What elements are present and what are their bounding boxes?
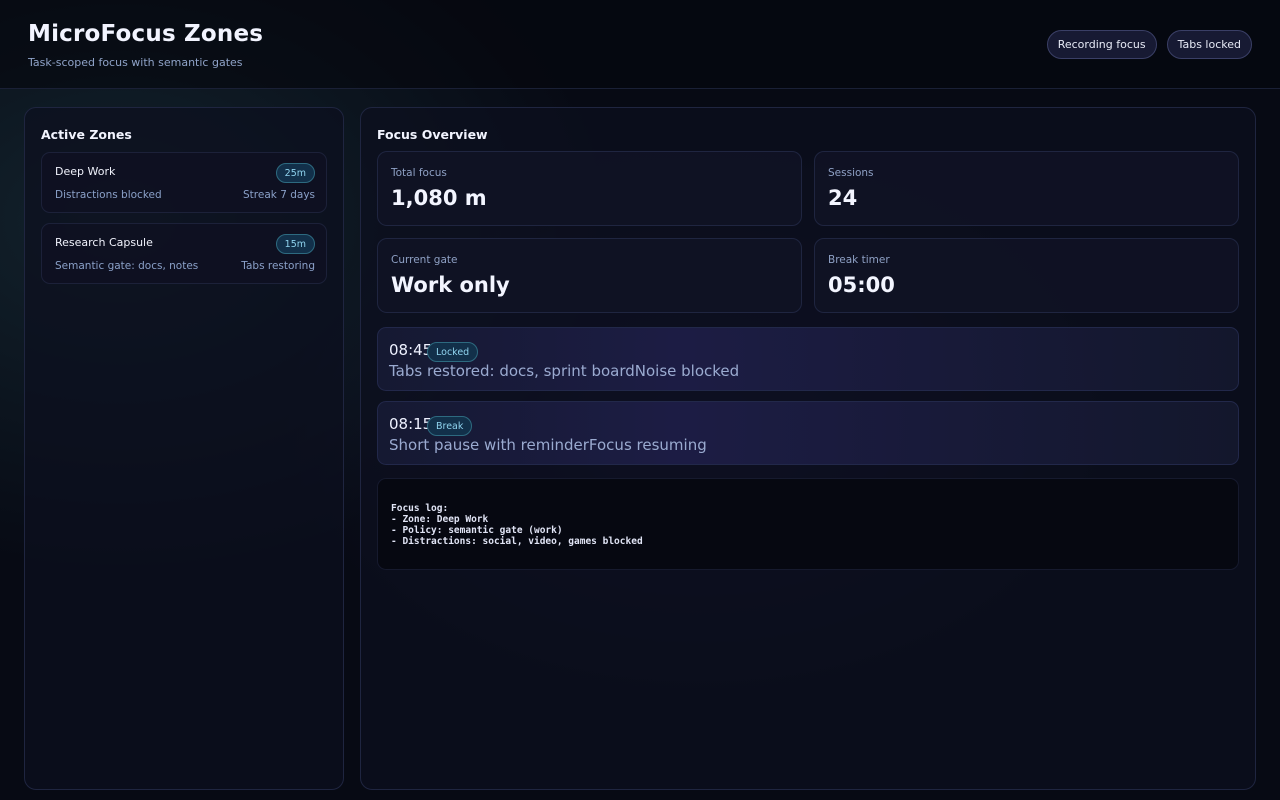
stat-label: Current gate [391,254,458,266]
zone-card-deep-work[interactable]: Deep Work 25m Distractions blocked Strea… [41,152,327,213]
stat-label: Total focus [391,167,447,179]
event-card-locked[interactable]: 08:45 Locked Tabs restored: docs, sprint… [377,327,1239,391]
focus-log-text: Focus log: - Zone: Deep Work - Policy: s… [391,503,643,547]
app-title: MicroFocus Zones [28,21,264,47]
active-zones-title: Active Zones [41,127,132,142]
event-status-badge: Break [427,416,473,436]
zone-meta: Tabs restoring [241,260,315,272]
focus-log: Focus log: - Zone: Deep Work - Policy: s… [377,478,1239,570]
zone-name: Research Capsule [55,236,153,249]
stat-sessions: Sessions 24 [814,151,1239,226]
zone-card-research-capsule[interactable]: Research Capsule 15m Semantic gate: docs… [41,223,327,284]
zone-description: Distractions blocked [55,189,162,201]
stat-total-focus: Total focus 1,080 m [377,151,802,226]
active-zones-panel: Active Zones Deep Work 25m Distractions … [24,107,344,790]
event-status-badge: Locked [427,342,479,362]
stat-break-timer: Break timer 05:00 [814,238,1239,313]
zone-duration-badge: 15m [275,234,315,254]
recording-focus-pill[interactable]: Recording focus [1046,30,1157,59]
zone-name: Deep Work [55,165,116,178]
app-subtitle: Task-scoped focus with semantic gates [28,56,243,69]
focus-overview-panel: Focus Overview Total focus 1,080 m Sessi… [360,107,1256,790]
stat-value: 05:00 [828,273,895,297]
stat-value: 1,080 m [391,186,487,210]
tabs-locked-pill[interactable]: Tabs locked [1166,30,1252,59]
zone-duration-badge: 25m [275,163,315,183]
stat-value: Work only [391,273,510,297]
focus-overview-title: Focus Overview [377,127,488,142]
event-text: Short pause with reminderFocus resuming [389,436,707,454]
zone-meta: Streak 7 days [243,189,315,201]
event-text: Tabs restored: docs, sprint boardNoise b… [389,362,740,380]
stat-current-gate: Current gate Work only [377,238,802,313]
event-time: 08:15 [389,415,433,433]
stat-label: Break timer [828,254,890,266]
app-header: MicroFocus Zones Task-scoped focus with … [0,0,1280,89]
stat-label: Sessions [828,167,874,179]
event-card-break[interactable]: 08:15 Break Short pause with reminderFoc… [377,401,1239,465]
stat-value: 24 [828,186,858,210]
status-pills: Recording focus Tabs locked [1046,30,1252,59]
event-time: 08:45 [389,341,433,359]
zone-description: Semantic gate: docs, notes [55,260,199,272]
